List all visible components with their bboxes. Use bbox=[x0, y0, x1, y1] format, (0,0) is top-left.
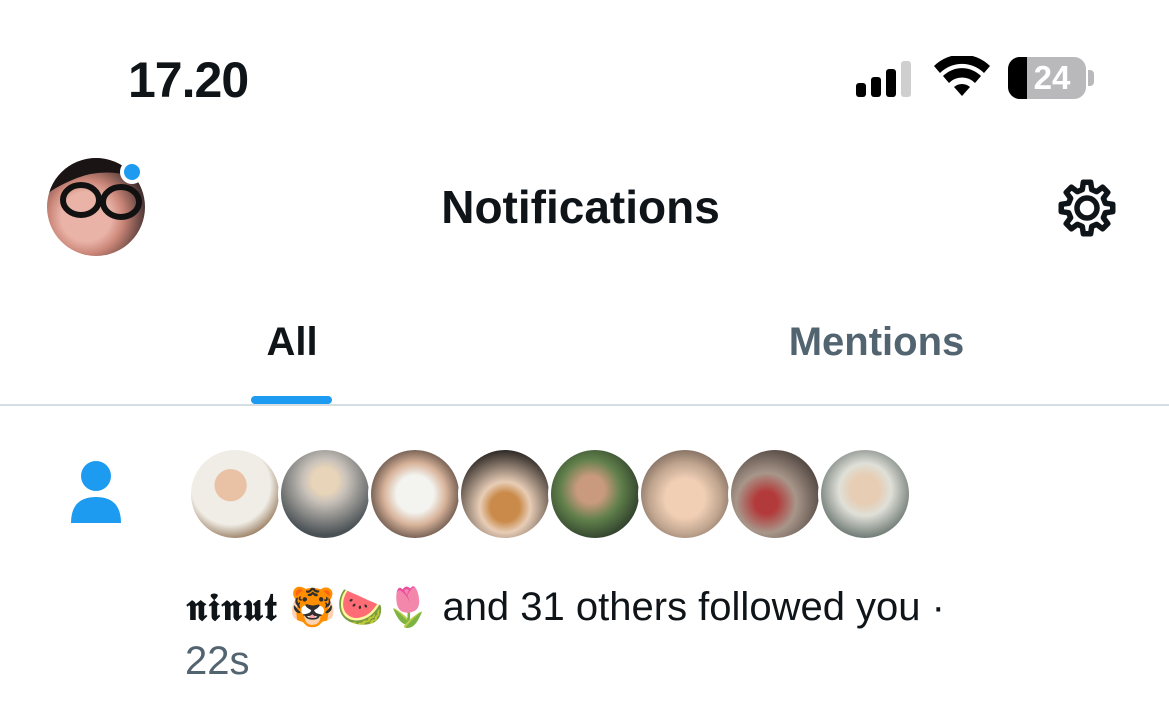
person-icon bbox=[71, 461, 121, 523]
follower-avatar[interactable] bbox=[548, 447, 642, 541]
gear-icon[interactable] bbox=[1052, 176, 1122, 240]
battery-icon: 24 bbox=[1008, 57, 1094, 99]
wifi-icon bbox=[934, 56, 990, 96]
tab-all[interactable]: All bbox=[0, 312, 584, 372]
follower-avatar[interactable] bbox=[638, 447, 732, 541]
tab-mentions[interactable]: Mentions bbox=[584, 312, 1169, 372]
follower-avatar[interactable] bbox=[818, 447, 912, 541]
follower-avatar[interactable] bbox=[188, 447, 282, 541]
notification-timestamp: 22s bbox=[185, 639, 250, 683]
follower-avatar[interactable] bbox=[458, 447, 552, 541]
signal-strength-icon bbox=[856, 59, 914, 97]
notification-message: and 31 others followed you · bbox=[431, 585, 945, 629]
follower-avatar[interactable] bbox=[728, 447, 822, 541]
notification-text[interactable]: 𝖓𝖎𝖓𝖚𝖙 🐯🍉🌷 and 31 others followed you · bbox=[187, 580, 1107, 635]
follower-avatar[interactable] bbox=[368, 447, 462, 541]
status-time: 17.20 bbox=[128, 52, 249, 108]
active-tab-indicator bbox=[251, 396, 332, 404]
follower-name[interactable]: 𝖓𝖎𝖓𝖚𝖙 bbox=[187, 584, 278, 629]
follower-name-emojis: 🐯🍉🌷 bbox=[289, 587, 432, 629]
battery-level: 24 bbox=[1033, 59, 1071, 96]
follower-avatar[interactable] bbox=[278, 447, 372, 541]
page-title: Notifications bbox=[441, 181, 720, 233]
tabs-divider bbox=[0, 404, 1169, 406]
